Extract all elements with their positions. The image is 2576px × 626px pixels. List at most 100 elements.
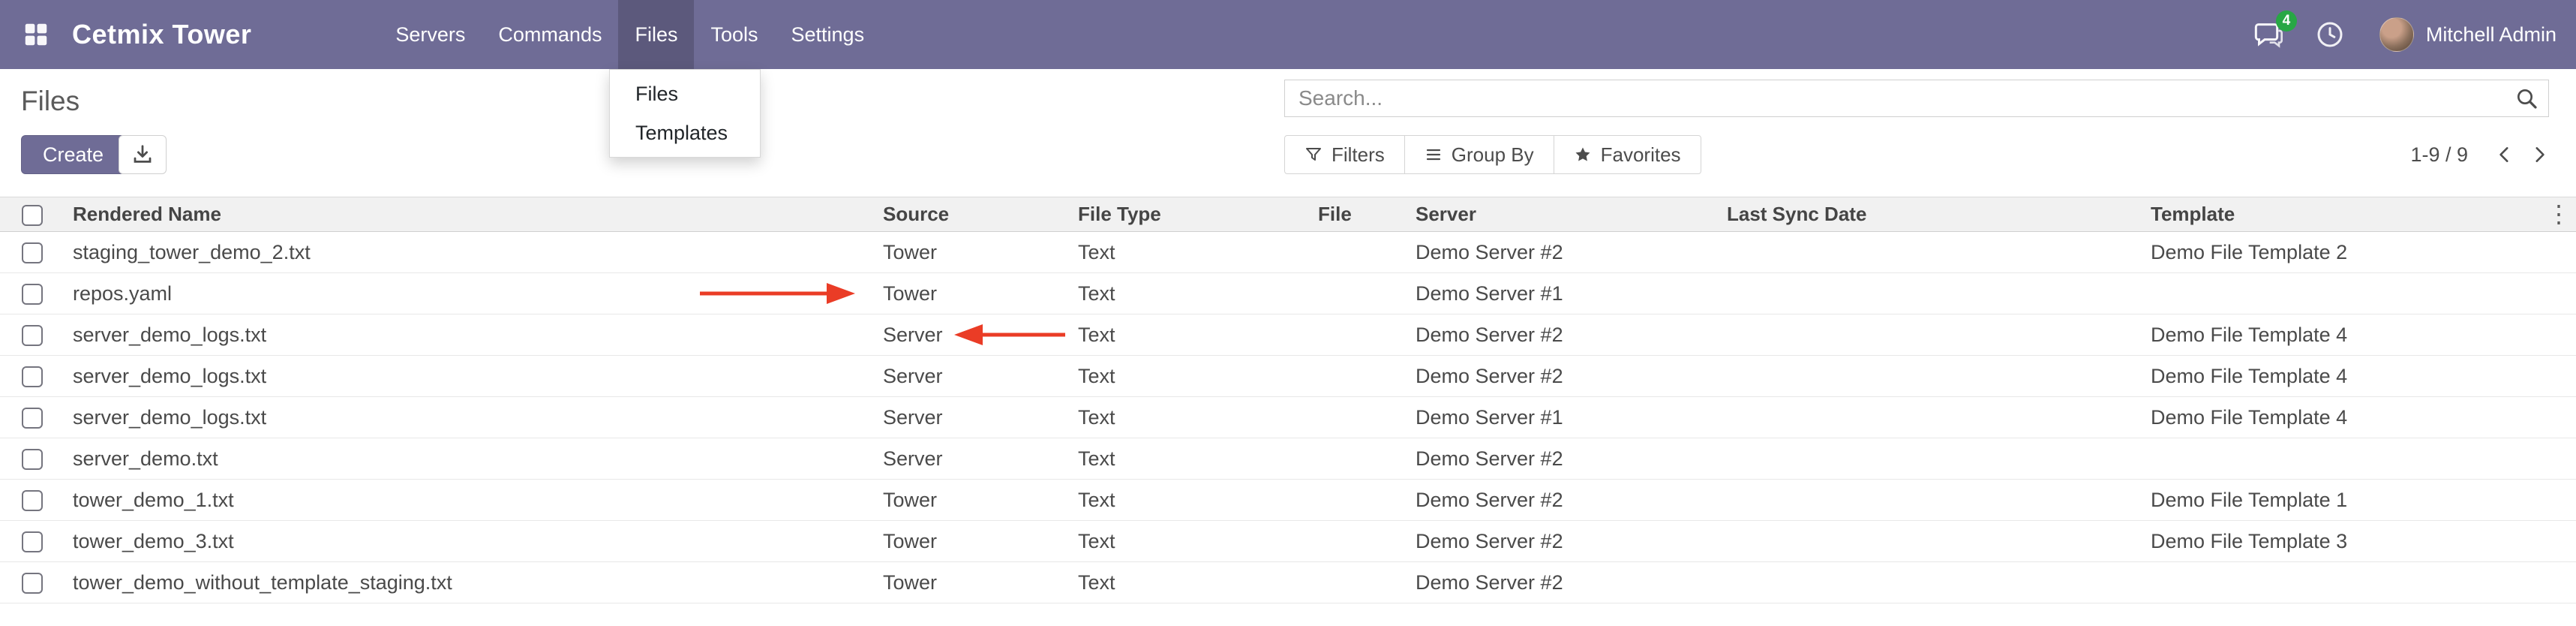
user-avatar[interactable]	[2379, 17, 2414, 52]
cell-server[interactable]: Demo Server #2	[1407, 232, 1718, 273]
column-header-rendered-name[interactable]: Rendered Name	[64, 197, 874, 232]
row-checkbox[interactable]	[22, 408, 43, 429]
filters-button[interactable]: Filters	[1284, 135, 1405, 174]
row-checkbox[interactable]	[22, 531, 43, 552]
table-row[interactable]: server_demo_logs.txtServerTextDemo Serve…	[0, 397, 2576, 438]
cell-rendered-name[interactable]: server_demo.txt	[64, 438, 874, 480]
dropdown-item-templates[interactable]: Templates	[610, 113, 760, 152]
cell-last-sync-date[interactable]	[1718, 232, 2142, 273]
cell-server[interactable]: Demo Server #2	[1407, 356, 1718, 397]
cell-file-type[interactable]: Text	[1069, 315, 1309, 356]
cell-rendered-name[interactable]: tower_demo_3.txt	[64, 521, 874, 562]
messages-button[interactable]: 4	[2253, 20, 2283, 50]
menu-item-settings[interactable]: Settings	[775, 0, 881, 69]
cell-last-sync-date[interactable]	[1718, 562, 2142, 603]
row-checkbox[interactable]	[22, 366, 43, 387]
column-header-file-type[interactable]: File Type	[1069, 197, 1309, 232]
column-header-server[interactable]: Server	[1407, 197, 1718, 232]
cell-source[interactable]: Tower	[874, 562, 1069, 603]
cell-rendered-name[interactable]: tower_demo_1.txt	[64, 480, 874, 521]
cell-file[interactable]	[1309, 521, 1407, 562]
menu-item-tools[interactable]: Tools	[694, 0, 774, 69]
cell-rendered-name[interactable]: repos.yaml	[64, 273, 874, 315]
cell-file-type[interactable]: Text	[1069, 480, 1309, 521]
cell-file-type[interactable]: Text	[1069, 397, 1309, 438]
cell-server[interactable]: Demo Server #2	[1407, 521, 1718, 562]
cell-server[interactable]: Demo Server #2	[1407, 480, 1718, 521]
cell-template[interactable]: Demo File Template 4	[2142, 315, 2576, 356]
cell-last-sync-date[interactable]	[1718, 356, 2142, 397]
favorites-button[interactable]: Favorites	[1554, 135, 1701, 174]
row-checkbox[interactable]	[22, 573, 43, 594]
cell-source[interactable]: Tower	[874, 480, 1069, 521]
menu-item-servers[interactable]: Servers	[379, 0, 482, 69]
dropdown-item-files[interactable]: Files	[610, 74, 760, 113]
cell-last-sync-date[interactable]	[1718, 315, 2142, 356]
user-name[interactable]: Mitchell Admin	[2426, 23, 2556, 47]
table-row[interactable]: server_demo.txtServerTextDemo Server #2	[0, 438, 2576, 480]
cell-template[interactable]: Demo File Template 2	[2142, 232, 2576, 273]
row-checkbox[interactable]	[22, 449, 43, 470]
cell-template[interactable]	[2142, 438, 2576, 480]
table-row[interactable]: server_demo_logs.txtServerTextDemo Serve…	[0, 315, 2576, 356]
create-button[interactable]: Create	[21, 135, 125, 174]
cell-template[interactable]: Demo File Template 4	[2142, 356, 2576, 397]
menu-item-commands[interactable]: Commands	[482, 0, 618, 69]
cell-last-sync-date[interactable]	[1718, 480, 2142, 521]
optional-columns-toggle[interactable]: ⋮	[2544, 200, 2573, 228]
table-row[interactable]: repos.yamlTowerText Demo Server #1	[0, 273, 2576, 315]
cell-source[interactable]: Tower	[874, 232, 1069, 273]
cell-template[interactable]: Demo File Template 1	[2142, 480, 2576, 521]
table-row[interactable]: staging_tower_demo_2.txtTowerText Demo Se…	[0, 232, 2576, 273]
row-checkbox[interactable]	[22, 284, 43, 305]
table-row[interactable]: server_demo_logs.txtServerText Demo Serve…	[0, 356, 2576, 397]
cell-template[interactable]	[2142, 562, 2576, 603]
table-row[interactable]: tower_demo_without_template_staging.txtT…	[0, 562, 2576, 603]
cell-template[interactable]: Demo File Template 4	[2142, 397, 2576, 438]
cell-rendered-name[interactable]: tower_demo_without_template_staging.txt	[64, 562, 874, 603]
cell-template[interactable]	[2142, 273, 2576, 315]
cell-rendered-name[interactable]: server_demo_logs.txt	[64, 397, 874, 438]
cell-file-type[interactable]: Text	[1069, 521, 1309, 562]
row-checkbox[interactable]	[22, 242, 43, 263]
menu-item-files[interactable]: Files	[618, 0, 694, 69]
cell-file-type[interactable]: Text	[1069, 273, 1309, 315]
column-header-file[interactable]: File	[1309, 197, 1407, 232]
search-input[interactable]	[1285, 80, 2505, 116]
cell-file[interactable]	[1309, 480, 1407, 521]
cell-rendered-name[interactable]: staging_tower_demo_2.txt	[64, 232, 874, 273]
group-by-button[interactable]: Group By	[1404, 135, 1554, 174]
column-header-template[interactable]: Template	[2142, 197, 2576, 232]
cell-last-sync-date[interactable]	[1718, 521, 2142, 562]
cell-server[interactable]: Demo Server #1	[1407, 397, 1718, 438]
cell-file[interactable]	[1309, 273, 1407, 315]
cell-last-sync-date[interactable]	[1718, 273, 2142, 315]
activities-button[interactable]	[2315, 20, 2345, 50]
column-header-last-sync-date[interactable]: Last Sync Date	[1718, 197, 2142, 232]
cell-rendered-name[interactable]: server_demo_logs.txt	[64, 356, 874, 397]
cell-server[interactable]: Demo Server #2	[1407, 438, 1718, 480]
apps-menu-button[interactable]	[20, 18, 53, 51]
pager-next-button[interactable]	[2522, 135, 2556, 174]
cell-file[interactable]	[1309, 562, 1407, 603]
app-brand[interactable]: Cetmix Tower	[72, 19, 251, 50]
pager-previous-button[interactable]	[2487, 135, 2522, 174]
cell-file[interactable]	[1309, 356, 1407, 397]
row-checkbox[interactable]	[22, 490, 43, 511]
cell-source[interactable]: Tower	[874, 521, 1069, 562]
cell-source[interactable]: Server	[874, 356, 1069, 397]
cell-file[interactable]	[1309, 397, 1407, 438]
row-checkbox[interactable]	[22, 325, 43, 346]
cell-file-type[interactable]: Text	[1069, 356, 1309, 397]
table-row[interactable]: tower_demo_1.txtTowerText Demo Server #2 D…	[0, 480, 2576, 521]
cell-file-type[interactable]: Text	[1069, 232, 1309, 273]
cell-file[interactable]	[1309, 438, 1407, 480]
cell-file[interactable]	[1309, 315, 1407, 356]
cell-file[interactable]	[1309, 232, 1407, 273]
cell-source[interactable]: Tower	[874, 273, 1069, 315]
search-submit-button[interactable]	[2505, 80, 2548, 116]
cell-server[interactable]: Demo Server #1	[1407, 273, 1718, 315]
table-row[interactable]: tower_demo_3.txtTowerTextDemo Server #2D…	[0, 521, 2576, 562]
select-all-checkbox[interactable]	[22, 205, 43, 226]
cell-server[interactable]: Demo Server #2	[1407, 315, 1718, 356]
